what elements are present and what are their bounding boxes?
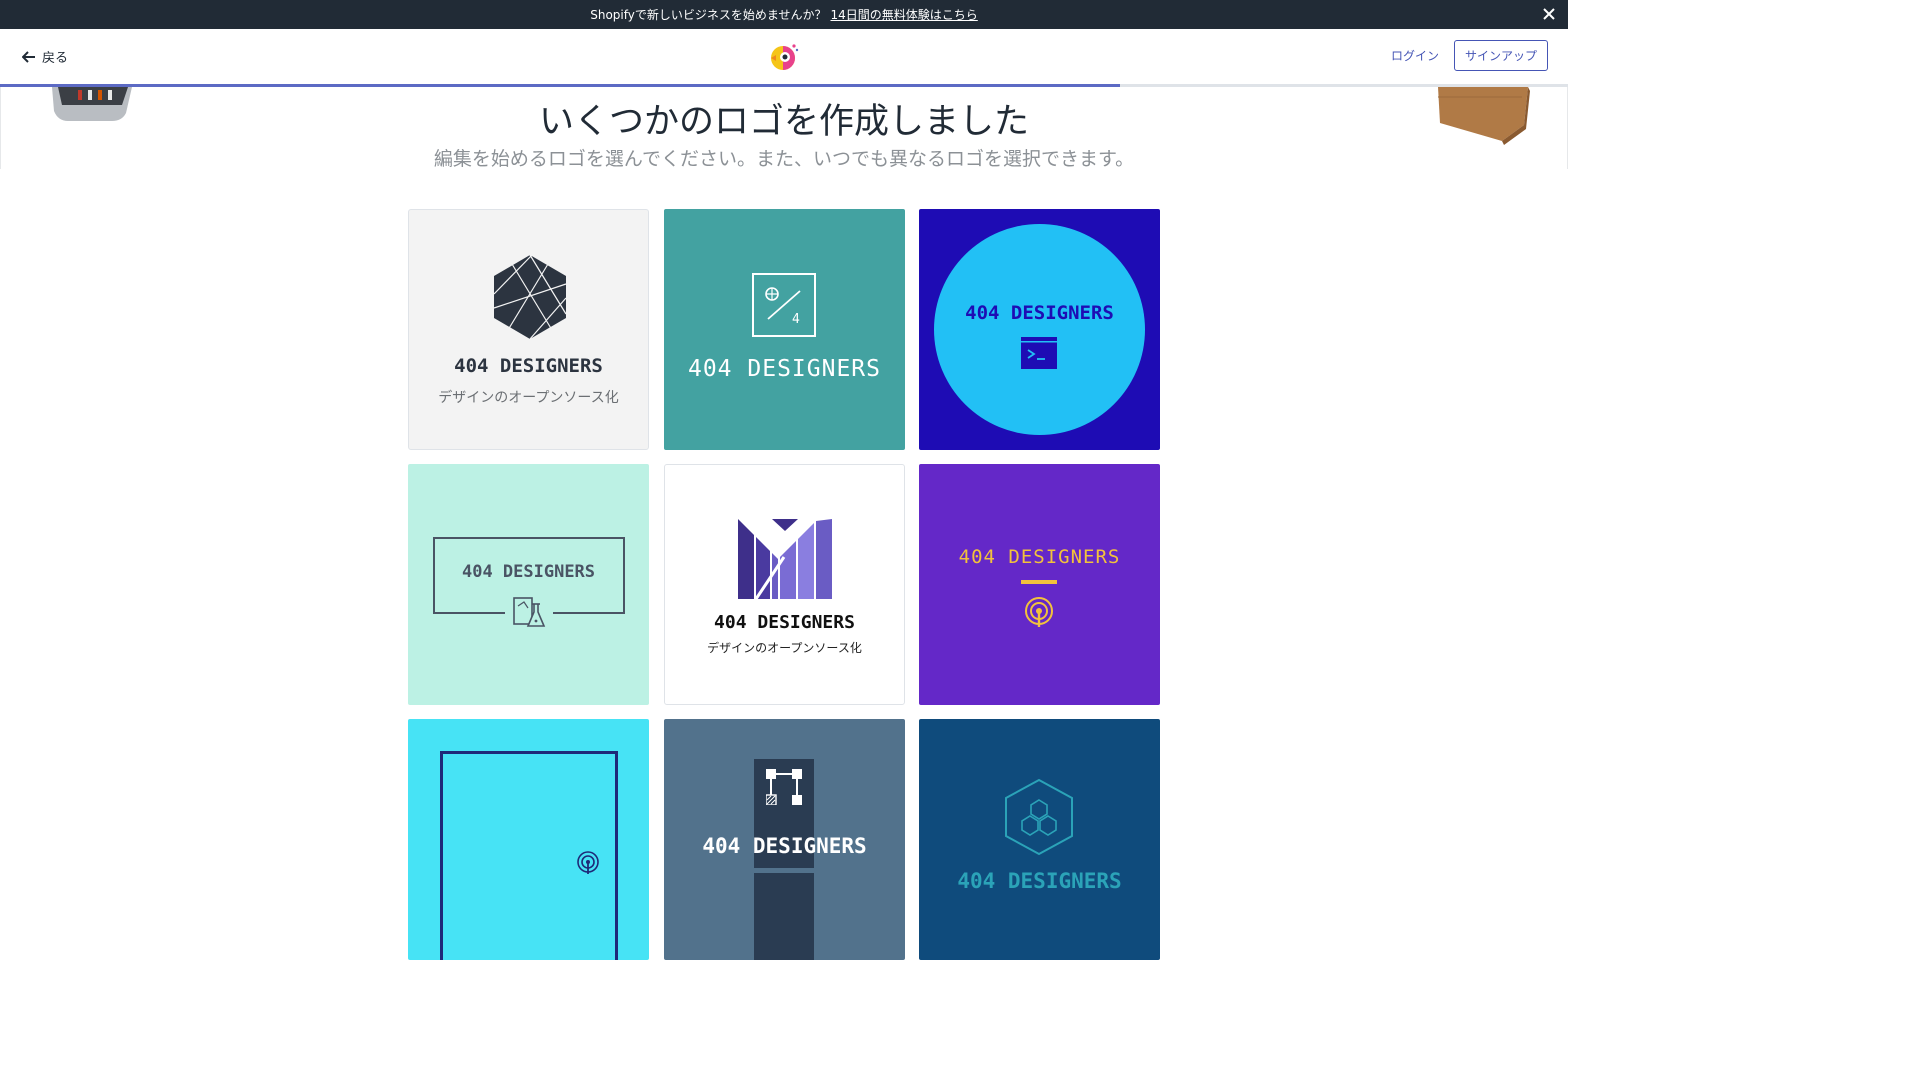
free-trial-link[interactable]: 14日間の無料体験はこちら bbox=[831, 6, 978, 23]
terminal-window-icon bbox=[1021, 337, 1057, 369]
logo-option-card[interactable] bbox=[408, 719, 649, 960]
progress-fill bbox=[0, 84, 1120, 87]
logo-option-card[interactable]: 4 404 DESIGNERS bbox=[664, 209, 905, 450]
top-header: 戻る ログイン サインアップ bbox=[0, 29, 1568, 84]
svg-text:4: 4 bbox=[792, 312, 800, 327]
lab-flask-icon bbox=[513, 597, 546, 627]
logo-tagline: デザインのオープンソース化 bbox=[438, 390, 619, 406]
close-icon[interactable] bbox=[1540, 5, 1558, 23]
broadcast-icon bbox=[1025, 597, 1053, 627]
logo-option-card[interactable]: 404 DESIGNERS bbox=[408, 464, 649, 705]
signup-button[interactable]: サインアップ bbox=[1454, 40, 1548, 71]
arrow-left-icon bbox=[22, 50, 35, 63]
logo-name: 404 DESIGNERS bbox=[714, 612, 855, 633]
logo-option-card[interactable]: 404 DESIGNERS デザインのオープンソース化 bbox=[408, 209, 649, 450]
back-button[interactable]: 戻る bbox=[22, 47, 68, 66]
announcement-text: Shopifyで新しいビジネスを始めませんか？ bbox=[590, 8, 827, 22]
m-bars-icon bbox=[738, 519, 832, 599]
logo-name: 404 DESIGNERS bbox=[454, 355, 603, 377]
logo-tagline: デザインのオープンソース化 bbox=[707, 641, 862, 655]
login-link[interactable]: ログイン bbox=[1391, 47, 1439, 64]
page-subtitle: 編集を始めるロゴを選んでください。また、いつでも異なるロゴを選択できます。 bbox=[433, 148, 1135, 170]
logo-name: 404 DESIGNERS bbox=[965, 302, 1114, 324]
brand-logo-icon[interactable] bbox=[766, 39, 802, 75]
logo-name: 404 DESIGNERS bbox=[958, 546, 1121, 568]
hexagon-facets-icon bbox=[493, 254, 567, 340]
logo-name: 404 DESIGNERS bbox=[461, 562, 596, 582]
announcement-bar: Shopifyで新しいビジネスを始めませんか？ 14日間の無料体験はこちら bbox=[0, 0, 1568, 29]
logo-name: 404 DESIGNERS bbox=[957, 869, 1122, 893]
logo-option-card[interactable]: 404 DESIGNERS bbox=[919, 464, 1160, 705]
logo-column-gap bbox=[754, 868, 814, 873]
page-title: いくつかのロゴを作成しました bbox=[538, 102, 1029, 142]
logo-circle-shape bbox=[934, 224, 1145, 435]
logo-underline bbox=[1021, 580, 1057, 584]
logo-name: 404 DESIGNERS bbox=[702, 834, 867, 858]
logo-name: 404 DESIGNERS bbox=[687, 356, 881, 382]
logo-frame-edge bbox=[553, 612, 625, 614]
globe-fraction-icon: 4 bbox=[752, 273, 816, 337]
broadcast-icon bbox=[577, 851, 599, 874]
network-nodes-icon bbox=[766, 769, 802, 805]
logo-option-card[interactable]: 404 DESIGNERS デザインのオープンソース化 bbox=[664, 464, 905, 705]
logo-frame-edge bbox=[433, 612, 505, 614]
logo-option-card[interactable]: 404 DESIGNERS bbox=[664, 719, 905, 960]
logo-option-card[interactable]: 404 DESIGNERS bbox=[919, 719, 1160, 960]
logo-option-card[interactable]: 404 DESIGNERS bbox=[919, 209, 1160, 450]
cubes-hexagon-icon bbox=[1005, 778, 1073, 856]
back-label: 戻る bbox=[42, 51, 69, 66]
progress-bar bbox=[0, 84, 1568, 87]
